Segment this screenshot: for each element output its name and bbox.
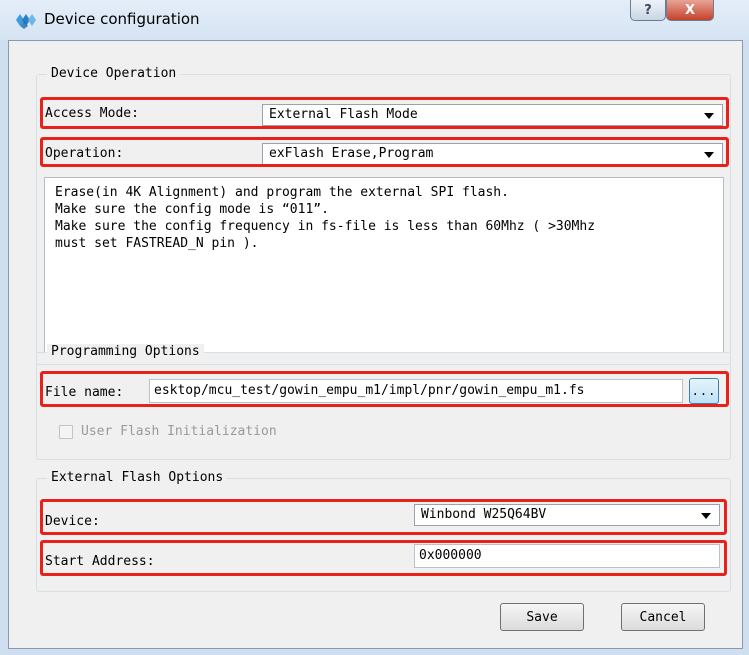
dialog-body: Device Operation Access Mode: External F… [8, 40, 743, 649]
user-flash-checkbox[interactable] [59, 425, 73, 439]
file-name-label: File name: [45, 385, 124, 400]
operation-description: Erase(in 4K Alignment) and program the e… [44, 177, 724, 353]
access-mode-dropdown[interactable]: External Flash Mode [262, 104, 723, 126]
dialog-window: Device configuration ? X Device Operatio… [0, 0, 749, 655]
chevron-down-icon [704, 113, 714, 119]
start-address-input[interactable]: 0x000000 [414, 544, 720, 568]
help-button[interactable]: ? [630, 0, 666, 21]
device-value: Winbond W25Q64BV [421, 507, 547, 522]
file-name-input[interactable]: esktop/mcu_test/gowin_empu_m1/impl/pnr/g… [149, 379, 683, 403]
save-button[interactable]: Save [500, 603, 584, 631]
browse-button[interactable]: ... [689, 378, 719, 404]
title-bar[interactable]: Device configuration ? X [0, 0, 749, 40]
close-button[interactable]: X [666, 0, 714, 21]
access-mode-label: Access Mode: [45, 106, 139, 121]
user-flash-label: User Flash Initialization [81, 424, 277, 439]
device-label: Device: [45, 514, 100, 529]
chevron-down-icon [704, 152, 714, 158]
cancel-button[interactable]: Cancel [621, 603, 705, 631]
start-address-label: Start Address: [45, 554, 155, 569]
group-title: Device Operation [47, 66, 181, 81]
window-title: Device configuration [44, 10, 200, 28]
gowin-logo-icon [16, 14, 36, 29]
external-flash-options-group: External Flash Options [36, 470, 731, 592]
access-mode-value: External Flash Mode [269, 107, 418, 122]
group-title: External Flash Options [47, 470, 228, 485]
operation-value: exFlash Erase,Program [269, 146, 434, 161]
group-title: Programming Options [47, 344, 204, 359]
chevron-down-icon [701, 513, 711, 519]
device-dropdown[interactable]: Winbond W25Q64BV [414, 504, 720, 526]
operation-label: Operation: [45, 146, 124, 161]
programming-options-group: Programming Options [36, 344, 731, 460]
operation-dropdown[interactable]: exFlash Erase,Program [262, 143, 723, 165]
